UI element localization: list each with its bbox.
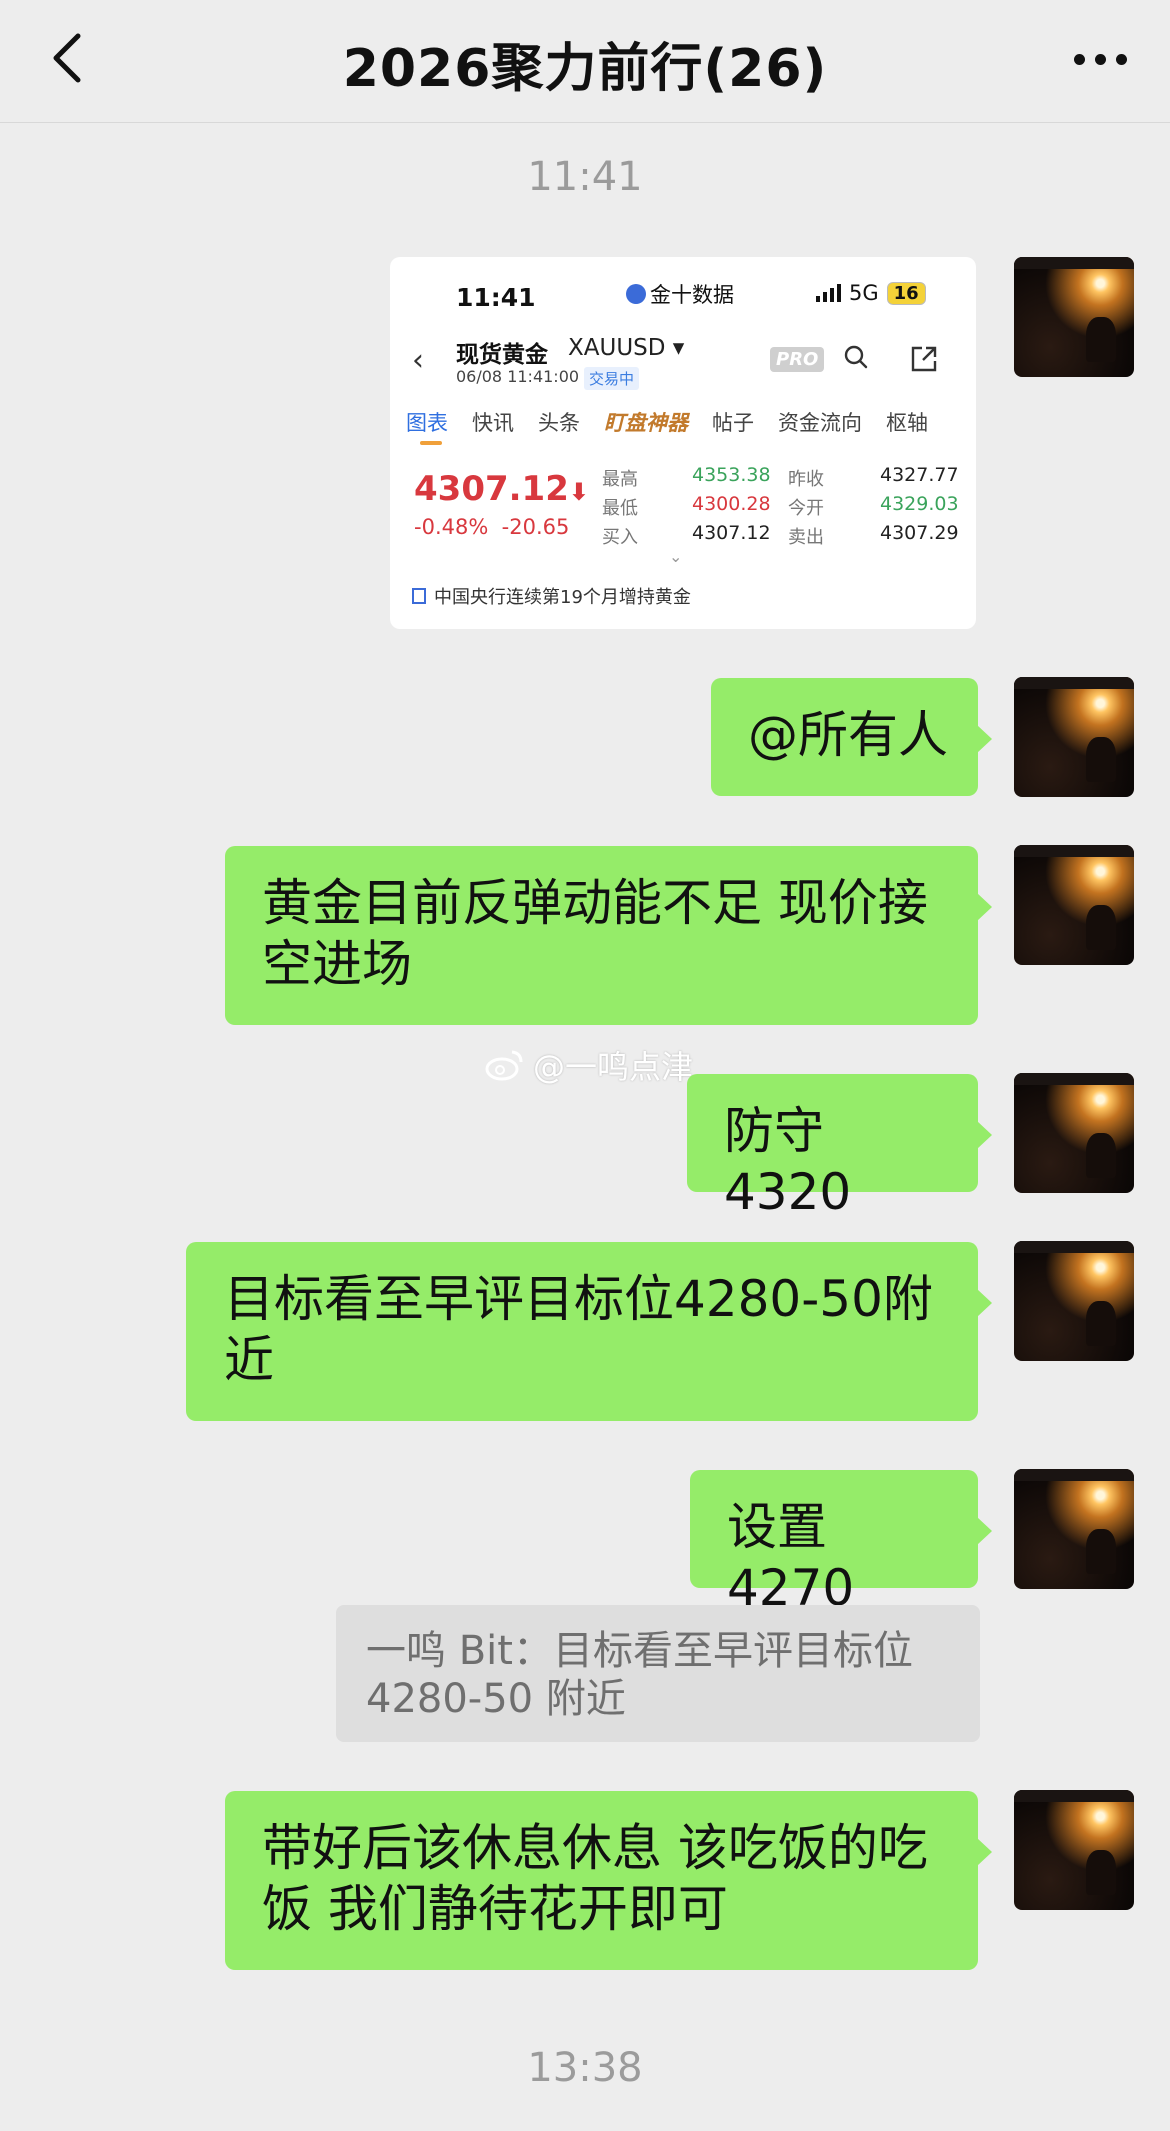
more-button[interactable] bbox=[1060, 34, 1140, 84]
share-icon bbox=[911, 346, 937, 372]
watermark: @一鸣点津 bbox=[485, 1042, 693, 1088]
tab-fund-flow: 资金流向 bbox=[778, 411, 862, 435]
avatar[interactable] bbox=[1014, 257, 1134, 377]
time-separator: 11:41 bbox=[527, 154, 643, 200]
news-line: 中国央行连续第19个月增持黄金 bbox=[412, 583, 691, 609]
tab-posts: 帖子 bbox=[712, 411, 754, 435]
signal-icon bbox=[816, 284, 841, 302]
network-label: 5G bbox=[849, 281, 879, 305]
pro-badge: PRO bbox=[770, 347, 825, 372]
message-bubble[interactable]: @所有人 bbox=[711, 678, 992, 796]
battery-icon: 16 bbox=[886, 281, 926, 305]
avatar[interactable] bbox=[1014, 1790, 1134, 1910]
app-logo-icon bbox=[626, 284, 646, 304]
avatar[interactable] bbox=[1014, 845, 1134, 965]
message-bubble[interactable]: 黄金目前反弹动能不足 现价接空进场 bbox=[225, 846, 992, 1025]
tab-watch: 盯盘神器 bbox=[604, 411, 688, 435]
tab-headlines: 头条 bbox=[538, 411, 580, 435]
image-message[interactable]: 11:41 金十数据 5G 16 ‹ 现货黄金 XAUUSD ▾ 06/08 1… bbox=[390, 257, 976, 629]
chat-title: 2026聚力前行(26) bbox=[342, 39, 828, 99]
expand-chevron-icon: ⌄ bbox=[669, 547, 683, 566]
quote-datetime: 06/08 11:41:00 bbox=[456, 367, 580, 386]
prev-close-label: 昨收 bbox=[788, 469, 824, 490]
quoted-message[interactable]: 一鸣 Bit：目标看至早评目标位 4280-50 附近 bbox=[336, 1605, 980, 1742]
low-value: 4300.28 bbox=[692, 493, 771, 515]
tab-pivot: 枢轴 bbox=[886, 411, 928, 435]
high-value: 4353.38 bbox=[692, 464, 771, 486]
price-change: -0.48% -20.65 bbox=[414, 515, 570, 539]
avatar[interactable] bbox=[1014, 1241, 1134, 1361]
tab-flash: 快讯 bbox=[472, 411, 514, 435]
message-text: @所有人 bbox=[748, 706, 948, 764]
low-label: 最低 bbox=[602, 498, 638, 519]
bid-label: 买入 bbox=[602, 527, 638, 548]
trading-status-badge: 交易中 bbox=[584, 367, 640, 390]
more-icon bbox=[1073, 53, 1085, 65]
time-separator: 13:38 bbox=[527, 2045, 643, 2091]
message-bubble[interactable]: 防守4320 bbox=[687, 1074, 992, 1221]
ask-label: 卖出 bbox=[788, 527, 824, 548]
tab-underline bbox=[420, 441, 442, 445]
message-text: 黄金目前反弹动能不足 现价接空进场 bbox=[262, 874, 928, 993]
search-icon bbox=[844, 345, 868, 369]
avatar[interactable] bbox=[1014, 1469, 1134, 1589]
open-label: 今开 bbox=[788, 498, 824, 519]
message-bubble[interactable]: 目标看至早评目标位4280-50附近 bbox=[186, 1242, 992, 1421]
message-bubble[interactable]: 带好后该休息休息 该吃饭的吃饭 我们静待花开即可 bbox=[225, 1791, 992, 1970]
avatar[interactable] bbox=[1014, 677, 1134, 797]
message-text: 防守4320 bbox=[724, 1102, 852, 1221]
down-arrow-icon: ⬇ bbox=[568, 478, 589, 506]
prev-close-value: 4327.77 bbox=[880, 464, 959, 486]
instrument-name: 现货黄金 bbox=[456, 342, 548, 368]
card-back-icon: ‹ bbox=[412, 343, 424, 378]
message-text: 目标看至早评目标位4280-50附近 bbox=[224, 1270, 933, 1389]
message-text: 带好后该休息休息 该吃饭的吃饭 我们静待花开即可 bbox=[262, 1819, 928, 1938]
open-value: 4329.03 bbox=[880, 493, 959, 515]
weibo-logo-icon bbox=[485, 1050, 523, 1081]
message-bubble[interactable]: 设置4270 bbox=[690, 1470, 992, 1617]
high-label: 最高 bbox=[602, 469, 638, 490]
bid-value: 4307.12 bbox=[692, 522, 771, 544]
news-icon bbox=[412, 588, 426, 604]
message-text: 设置4270 bbox=[727, 1498, 855, 1617]
avatar[interactable] bbox=[1014, 1073, 1134, 1193]
instrument-code: XAUUSD ▾ bbox=[568, 335, 685, 361]
current-price: 4307.12⬇ bbox=[414, 469, 589, 509]
app-indicator: 金十数据 bbox=[626, 279, 734, 309]
card-tabs: 图表 快讯 头条 盯盘神器 帖子 资金流向 枢轴 bbox=[406, 407, 976, 437]
chat-header: 2026聚力前行(26) bbox=[0, 0, 1170, 123]
tab-chart: 图表 bbox=[406, 411, 448, 435]
app-label: 金十数据 bbox=[650, 283, 734, 307]
status-icons: 5G 16 bbox=[816, 281, 926, 305]
ask-value: 4307.29 bbox=[880, 522, 959, 544]
status-time: 11:41 bbox=[456, 283, 536, 312]
